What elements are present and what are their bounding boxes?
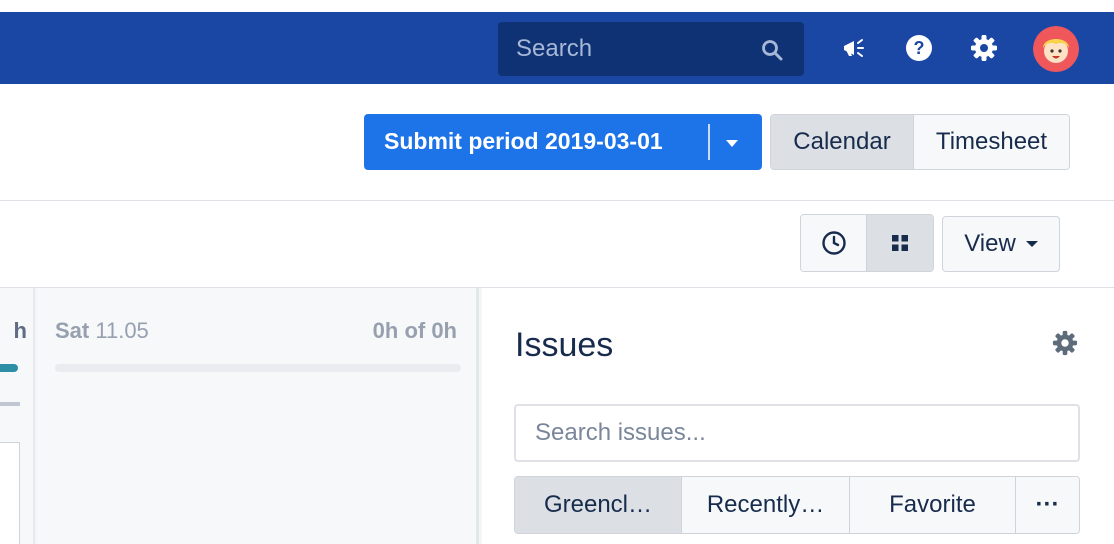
day-column-saturday[interactable]: Sat 11.05 0h of 0h	[37, 288, 479, 544]
grid-view-button[interactable]	[867, 215, 933, 271]
filter-tab-recently[interactable]: Recently…	[682, 477, 850, 533]
day-progress-bar	[0, 364, 18, 372]
issues-panel: Issues Greencl… Recently… Favorite ···	[482, 288, 1114, 544]
issue-filter-tabs: Greencl… Recently… Favorite ···	[514, 476, 1080, 534]
submit-period-label: Submit period 2019-03-01	[384, 128, 663, 154]
global-search[interactable]: Search	[498, 22, 804, 76]
avatar[interactable]	[1033, 26, 1079, 72]
chevron-down-icon[interactable]	[726, 140, 738, 147]
gear-icon[interactable]	[966, 30, 1002, 66]
megaphone-icon[interactable]	[836, 30, 872, 66]
day-date: 11.05	[95, 318, 149, 343]
submit-period-button[interactable]: Submit period 2019-03-01	[364, 114, 762, 170]
day-name: Sat	[55, 318, 90, 343]
calendar-content: h Sat 11.05 0h of 0h Issues Greencl… Rec…	[0, 288, 1114, 544]
worklog-card[interactable]	[0, 442, 20, 544]
filter-tab-favorite[interactable]: Favorite	[850, 477, 1016, 533]
chevron-down-icon	[1025, 241, 1038, 247]
page-header: Submit period 2019-03-01 Calendar Timesh…	[0, 84, 1114, 201]
timesheet-tab[interactable]: Timesheet	[914, 115, 1069, 169]
time-view-button[interactable]	[801, 215, 867, 271]
calendar-toolbar: View	[0, 202, 1114, 288]
top-strip	[0, 0, 1114, 12]
day-hours: 0h of 0h	[372, 318, 457, 343]
gear-icon[interactable]	[1052, 330, 1078, 356]
display-toggle	[800, 214, 934, 272]
day-header: Sat 11.05	[55, 318, 149, 344]
issues-panel-title: Issues	[515, 326, 614, 364]
day-column-previous: h	[0, 288, 35, 544]
day-progress-bar	[55, 364, 461, 372]
calendar-tab[interactable]: Calendar	[771, 115, 914, 169]
view-label: View	[964, 230, 1016, 257]
filter-tab-greenclock[interactable]: Greencl…	[515, 477, 682, 533]
view-dropdown[interactable]: View	[942, 216, 1060, 272]
search-icon[interactable]	[760, 38, 784, 62]
global-search-placeholder: Search	[516, 35, 593, 62]
grid-icon	[892, 235, 908, 251]
day-hours: h	[13, 318, 27, 343]
issue-search-field	[514, 404, 1080, 462]
view-mode-switch: Calendar Timesheet	[770, 114, 1070, 170]
top-navbar: Search ?	[0, 12, 1114, 84]
submit-divider	[708, 124, 710, 160]
svg-text:?: ?	[914, 38, 925, 58]
issue-search-input[interactable]	[516, 406, 1078, 460]
day-divider	[0, 402, 20, 406]
help-icon[interactable]: ?	[901, 30, 937, 66]
more-filters-button[interactable]: ···	[1016, 477, 1079, 533]
clock-icon	[821, 231, 846, 255]
